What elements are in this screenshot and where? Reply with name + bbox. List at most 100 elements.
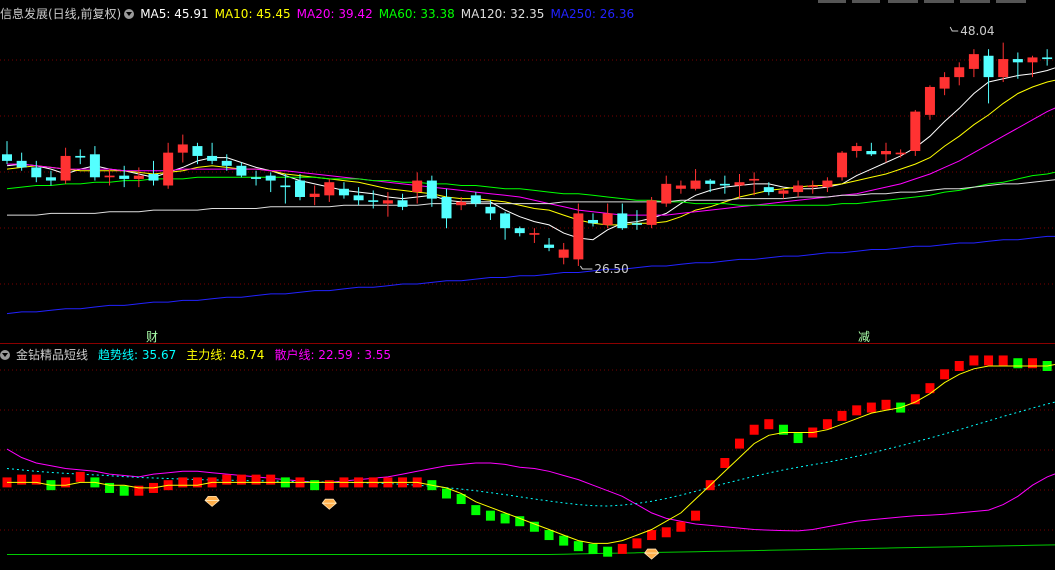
bear-bar: [310, 480, 320, 491]
candle-body: [617, 213, 628, 229]
candle-body: [983, 55, 994, 78]
ma-legend-item: MA20: 39.42: [296, 7, 373, 21]
candle-body: [895, 152, 906, 155]
candle: [675, 180, 686, 194]
ma-legend-item: MA60: 33.38: [378, 7, 455, 21]
candle-body: [749, 178, 760, 181]
candle-body: [163, 152, 174, 186]
candle-body: [251, 177, 262, 179]
candle: [75, 149, 86, 165]
bull-bar: [984, 355, 994, 366]
candle: [177, 134, 188, 163]
candle: [558, 242, 569, 265]
indicator-header: 金钻精品短线 趋势线: 35.67 主力线: 48.74 散户线: 22.59 : 3…: [0, 346, 404, 364]
bull-bar: [192, 477, 202, 488]
candle: [954, 62, 965, 86]
candle-body: [280, 185, 291, 188]
candle: [426, 175, 437, 207]
bull-bar: [1028, 358, 1037, 369]
candle: [265, 172, 276, 193]
candle: [939, 72, 950, 96]
candle-body: [31, 167, 42, 178]
candle: [60, 147, 71, 184]
low-price-pointer: [579, 265, 593, 270]
bull-bar: [676, 521, 686, 532]
candle-body: [368, 200, 379, 202]
bull-bar: [764, 419, 774, 430]
candle-body: [544, 244, 555, 248]
candle-body: [690, 180, 701, 189]
bear-bar: [119, 485, 129, 496]
candle: [397, 193, 408, 211]
candle-body: [177, 144, 188, 153]
candle: [998, 42, 1009, 83]
indicator-chart[interactable]: [0, 344, 1055, 570]
bear-bar: [573, 541, 583, 552]
candle-body: [1012, 59, 1023, 63]
bear-bar: [471, 505, 481, 516]
candle: [295, 174, 305, 201]
candle-body: [236, 165, 247, 176]
candle-body: [631, 223, 642, 225]
indicator-panel[interactable]: 金钻精品短线 趋势线: 35.67 主力线: 48.74 散户线: 22.59 : 3…: [0, 344, 1055, 570]
main-chart-header: 信息发展(日线,前复权) MA5: 45.91 MA10: 45.45 MA20: 3…: [0, 5, 647, 23]
candle-body: [558, 249, 569, 258]
bull-bar: [837, 410, 847, 421]
indicator-legend-item: 主力线: 48.74: [186, 348, 265, 362]
event-marker-jian: 减: [858, 330, 870, 344]
bull-bar: [266, 474, 276, 485]
candle-body: [954, 67, 965, 78]
candle: [338, 182, 349, 199]
bull-bar: [178, 477, 188, 488]
candle-body: [221, 160, 232, 166]
candle: [353, 187, 364, 206]
candle-body: [133, 175, 144, 179]
candle-body: [734, 182, 745, 186]
candle-body: [2, 154, 12, 161]
bull-bar: [881, 399, 891, 410]
bull-bar: [735, 438, 744, 449]
candle: [895, 149, 906, 158]
candle-body: [353, 195, 364, 201]
green-baseline: [7, 544, 1055, 555]
event-marker-cai: 财: [146, 330, 158, 344]
candle-body: [207, 155, 218, 161]
ma-legend: MA5: 45.91 MA10: 45.45 MA20: 39.42 MA60: 33…: [140, 7, 640, 21]
candle-body: [675, 185, 686, 189]
candle-body: [910, 111, 921, 152]
candle: [573, 203, 584, 266]
ma-line-ma10: [6, 79, 1055, 226]
candle-body: [16, 160, 27, 168]
diamond-icon: [321, 498, 337, 510]
main-chart-title: 信息发展(日线,前复权): [0, 7, 122, 21]
price-chart-panel[interactable]: 26.50 48.04 财 减 信息发展(日线,前复权) MA5: 45.91 MA10:…: [0, 0, 1055, 344]
candle: [851, 142, 862, 158]
indicator-title: 金钻精品短线: [16, 348, 89, 362]
candle: [646, 196, 657, 229]
candle: [207, 142, 218, 165]
candle-body: [441, 196, 452, 219]
ma-legend-item: MA250: 26.36: [550, 7, 635, 21]
candle: [822, 177, 833, 193]
candle: [412, 172, 423, 204]
bear-bar: [485, 510, 495, 521]
candle-body: [485, 206, 496, 214]
candle-body: [866, 151, 877, 155]
candle-body: [881, 151, 891, 155]
candle-body: [1042, 57, 1053, 60]
dropdown-icon[interactable]: [124, 9, 135, 19]
bull-bar: [998, 355, 1008, 366]
candle-body: [968, 54, 979, 69]
candlestick-chart[interactable]: 26.50 48.04 财 减: [0, 0, 1055, 344]
candle: [89, 146, 100, 181]
bull-bar: [749, 424, 759, 435]
bull-bar: [852, 405, 862, 416]
candle-body: [588, 219, 598, 224]
candle: [983, 49, 994, 104]
candle: [588, 213, 598, 227]
candle: [837, 151, 848, 181]
candle-body: [837, 152, 848, 178]
dropdown-icon[interactable]: [0, 350, 10, 360]
candle-body: [602, 213, 613, 225]
candle: [807, 180, 818, 194]
